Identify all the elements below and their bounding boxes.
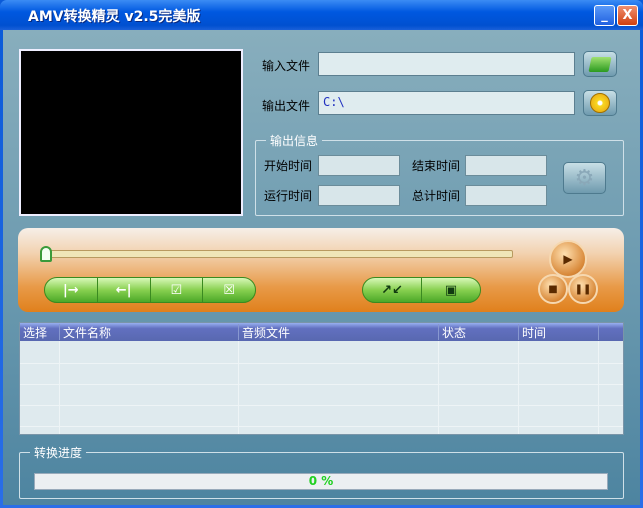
title-bar: AMV转换精灵 v2.5完美版 _ X <box>0 0 643 30</box>
set-start-button[interactable]: |→ <box>45 278 98 302</box>
run-time-label: 运行时间 <box>264 189 313 203</box>
progress-legend: 转换进度 <box>34 446 83 460</box>
edit-button-group: |→ ←| ☑ ☒ <box>44 277 256 303</box>
grid-row-line <box>20 363 623 364</box>
total-time-field[interactable] <box>465 185 547 206</box>
seek-slider-thumb[interactable] <box>40 246 52 262</box>
set-end-icon: ←| <box>115 282 132 298</box>
column-header-status[interactable]: 状态 <box>439 324 519 340</box>
input-file-field[interactable] <box>318 52 575 76</box>
grid-column <box>519 341 599 434</box>
app-window: AMV转换精灵 v2.5完美版 _ X 输入文件 输出文件 C:\ 输出信息 开… <box>0 0 643 508</box>
settings-button[interactable]: ⚙ <box>563 162 606 194</box>
end-time-label: 结束时间 <box>412 159 461 173</box>
grid-column <box>60 341 239 434</box>
open-file-button[interactable] <box>583 51 617 77</box>
pause-icon: ❚❚ <box>574 283 592 295</box>
close-button[interactable]: X <box>617 5 638 26</box>
output-info-legend: 输出信息 <box>270 134 319 148</box>
play-button[interactable]: ▶ <box>549 240 587 278</box>
stop-convert-icon: ▣ <box>444 282 458 298</box>
check-all-button[interactable]: ☑ <box>151 278 204 302</box>
progress-group: 转换进度 0 % <box>19 444 624 499</box>
grid-row-line <box>20 426 623 427</box>
convert-button[interactable]: ↗↙ <box>363 278 422 302</box>
stop-convert-button[interactable]: ▣ <box>422 278 480 302</box>
gear-icon: ⚙ <box>574 165 595 191</box>
grid-column <box>439 341 519 434</box>
pause-button[interactable]: ❚❚ <box>568 274 598 304</box>
video-preview <box>19 49 243 216</box>
column-header-time[interactable]: 时间 <box>519 324 599 340</box>
output-folder-button[interactable] <box>583 90 617 116</box>
play-icon: ▶ <box>563 252 573 266</box>
set-start-icon: |→ <box>63 282 79 298</box>
column-header-audio[interactable]: 音频文件 <box>239 324 439 340</box>
run-time-field[interactable] <box>318 185 400 206</box>
uncheck-all-icon: ☒ <box>223 282 235 298</box>
output-file-field[interactable]: C:\ <box>318 91 575 115</box>
end-time-field[interactable] <box>465 155 547 176</box>
input-file-label: 输入文件 <box>262 59 311 73</box>
column-header-filename[interactable]: 文件名称 <box>60 324 239 340</box>
grid-row-line <box>20 384 623 385</box>
client-area: 输入文件 输出文件 C:\ 输出信息 开始时间 结束时间 运行时间 总计时间 ⚙… <box>3 30 640 505</box>
check-all-icon: ☑ <box>170 282 183 298</box>
player-panel: |→ ←| ☑ ☒ ↗↙ ▣ ▶ ■ ❚❚ <box>18 228 624 312</box>
convert-button-group: ↗↙ ▣ <box>362 277 481 303</box>
grid-row-line <box>20 405 623 406</box>
convert-icon: ↗↙ <box>381 282 403 298</box>
seek-slider[interactable] <box>47 250 513 258</box>
grid-column <box>239 341 439 434</box>
uncheck-all-button[interactable]: ☒ <box>203 278 255 302</box>
start-time-field[interactable] <box>318 155 400 176</box>
column-header-select[interactable]: 选择 <box>20 324 60 340</box>
stop-button[interactable]: ■ <box>538 274 568 304</box>
folder-icon <box>588 56 612 72</box>
window-title: AMV转换精灵 v2.5完美版 <box>28 9 201 25</box>
start-time-label: 开始时间 <box>264 159 313 173</box>
file-list-table[interactable]: 选择 文件名称 音频文件 状态 时间 <box>19 322 624 435</box>
progress-bar: 0 % <box>34 473 608 490</box>
set-end-button[interactable]: ←| <box>98 278 151 302</box>
minimize-button[interactable]: _ <box>594 5 615 26</box>
stop-icon: ■ <box>548 283 558 295</box>
disc-icon <box>590 93 610 113</box>
output-file-label: 输出文件 <box>262 99 311 113</box>
total-time-label: 总计时间 <box>412 189 461 203</box>
grid-column <box>20 341 60 434</box>
table-header: 选择 文件名称 音频文件 状态 时间 <box>20 323 623 341</box>
